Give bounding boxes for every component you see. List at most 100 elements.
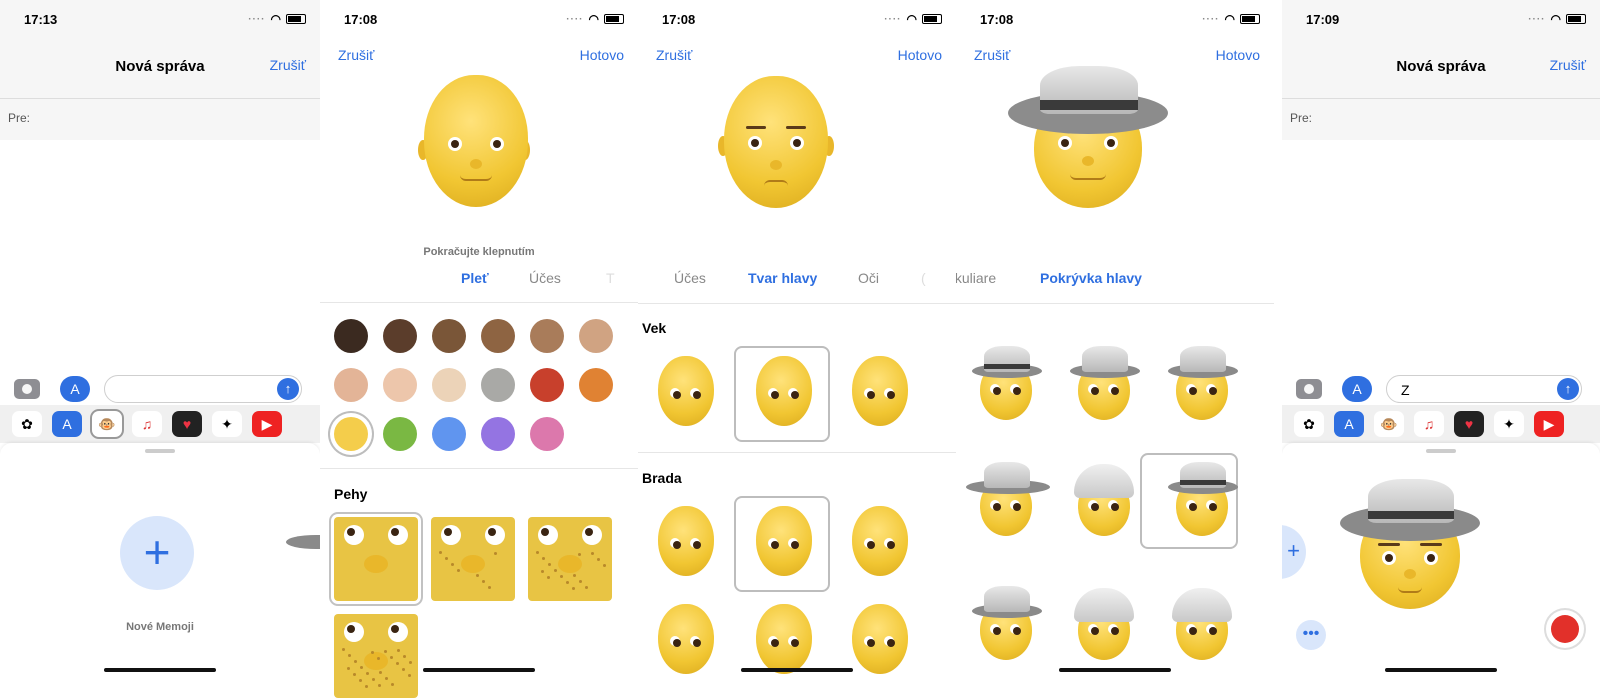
- freckle-option-tile[interactable]: [334, 517, 418, 601]
- tab-glasses[interactable]: Okuliare: [956, 270, 996, 286]
- music-app-icon[interactable]: ♫: [132, 411, 162, 437]
- tab-eyes[interactable]: Oči: [858, 270, 879, 286]
- freckle-dot: [347, 667, 350, 670]
- freckle-dot: [365, 685, 368, 688]
- skin-color-swatch[interactable]: [432, 417, 466, 451]
- section-age: Vek: [642, 320, 667, 336]
- app-store-app-icon[interactable]: A: [1334, 411, 1364, 437]
- photos-app-icon[interactable]: ✿: [1294, 411, 1324, 437]
- new-memoji-caption: Nové Memoji: [126, 621, 194, 633]
- freckle-dot: [554, 569, 557, 572]
- head-shape-option[interactable]: [658, 356, 714, 426]
- tab-head-shape[interactable]: Tvar hlavy: [748, 270, 817, 286]
- music-app-icon[interactable]: ♫: [1414, 411, 1444, 437]
- head-shape-option[interactable]: [756, 604, 812, 674]
- tab-skin[interactable]: Pleť: [461, 270, 489, 286]
- freckle-dot: [439, 551, 442, 554]
- youtube-app-icon[interactable]: ▶: [1534, 411, 1564, 437]
- ellipsis-icon[interactable]: •••: [1296, 620, 1326, 650]
- youtube-app-icon[interactable]: ▶: [252, 411, 282, 437]
- headwear-hijab: [1074, 588, 1134, 622]
- recipient-field[interactable]: Pre:: [1282, 98, 1600, 138]
- head-shape-option[interactable]: [658, 604, 714, 674]
- head-shape-option[interactable]: [852, 356, 908, 426]
- skin-color-swatch[interactable]: [432, 319, 466, 353]
- head-shape-option[interactable]: [756, 506, 812, 576]
- done-button[interactable]: Hotovo: [580, 47, 624, 63]
- pinwheel-app-icon[interactable]: ✦: [212, 411, 242, 437]
- skin-color-swatch[interactable]: [383, 417, 417, 451]
- freckle-option-tile[interactable]: [431, 517, 515, 601]
- send-arrow-icon[interactable]: ↑: [277, 378, 299, 400]
- pinwheel-app-icon[interactable]: ✦: [1494, 411, 1524, 437]
- skin-color-swatch[interactable]: [530, 368, 564, 402]
- home-indicator: [741, 668, 853, 672]
- tab-headwear[interactable]: Pokrývka hlavy: [1040, 270, 1142, 286]
- eye: [1186, 384, 1197, 395]
- message-input[interactable]: ↑: [104, 375, 302, 403]
- skin-color-swatch[interactable]: [579, 319, 613, 353]
- tab-next[interactable]: (: [921, 270, 926, 286]
- skin-color-swatch[interactable]: [432, 368, 466, 402]
- message-input[interactable]: Z ↑: [1386, 375, 1582, 403]
- camera-icon[interactable]: [1296, 379, 1322, 399]
- message-text: Z: [1401, 382, 1410, 398]
- cancel-button[interactable]: Zrušiť: [656, 47, 692, 63]
- skin-color-swatch[interactable]: [481, 368, 515, 402]
- memoji-face: [424, 75, 528, 207]
- head-shape-option[interactable]: [852, 604, 908, 674]
- plus-icon[interactable]: +: [1282, 525, 1306, 579]
- sheet-grabber[interactable]: [145, 449, 175, 453]
- section-freckles: Pehy: [334, 486, 368, 502]
- skin-color-swatch[interactable]: [334, 319, 368, 353]
- memoji-editor-headwear-panel: 17:08 ···· ◠ Zrušiť Hotovo Okuliare Pokrý…: [956, 0, 1274, 700]
- done-button[interactable]: Hotovo: [898, 47, 942, 63]
- eye: [670, 636, 681, 647]
- sheet-grabber[interactable]: [1426, 449, 1456, 453]
- record-icon[interactable]: [1546, 610, 1584, 648]
- freckle-dot: [403, 655, 406, 658]
- status-bar: 17:08 ···· ◠: [320, 10, 638, 30]
- cancel-button[interactable]: Zrušiť: [270, 57, 306, 73]
- skin-color-swatch[interactable]: [530, 417, 564, 451]
- skin-color-swatch[interactable]: [481, 417, 515, 451]
- memoji-app-icon[interactable]: 🐵: [92, 411, 122, 437]
- camera-icon[interactable]: [14, 379, 40, 399]
- compose-bar: A Z ↑: [1282, 373, 1600, 407]
- skin-color-swatch[interactable]: [530, 319, 564, 353]
- cancel-button[interactable]: Zrušiť: [338, 47, 374, 63]
- battery-icon: [922, 14, 942, 24]
- tab-hairstyle[interactable]: Účes: [674, 270, 706, 286]
- skin-color-swatch[interactable]: [334, 368, 368, 402]
- recipient-field[interactable]: Pre:: [0, 98, 320, 138]
- skin-color-swatch[interactable]: [481, 319, 515, 353]
- photos-app-icon[interactable]: ✿: [12, 411, 42, 437]
- skin-color-swatch[interactable]: [383, 319, 417, 353]
- done-button[interactable]: Hotovo: [1216, 47, 1260, 63]
- skin-color-swatch[interactable]: [334, 417, 368, 451]
- memoji-app-icon[interactable]: 🐵: [1374, 411, 1404, 437]
- head-shape-option[interactable]: [852, 506, 908, 576]
- digital-touch-icon[interactable]: ♥: [172, 411, 202, 437]
- plus-icon[interactable]: +: [120, 516, 194, 590]
- category-tabs: Okuliare Pokrývka hlavy: [956, 270, 1274, 292]
- skin-color-swatch[interactable]: [579, 368, 613, 402]
- digital-touch-icon[interactable]: ♥: [1454, 411, 1484, 437]
- category-tabs: Účes Tvar hlavy Oči (: [638, 270, 956, 292]
- cancel-button[interactable]: Zrušiť: [1550, 57, 1586, 73]
- signal-icon: ····: [1202, 13, 1220, 25]
- eye: [1186, 624, 1197, 635]
- tab-hairstyle[interactable]: Účes: [529, 270, 561, 286]
- head-shape-option[interactable]: [658, 506, 714, 576]
- send-arrow-icon[interactable]: ↑: [1557, 378, 1579, 400]
- app-store-app-icon[interactable]: A: [52, 411, 82, 437]
- freckle-option-tile[interactable]: [334, 614, 418, 698]
- app-store-icon[interactable]: A: [1342, 376, 1372, 402]
- freckle-option-tile[interactable]: [528, 517, 612, 601]
- cancel-button[interactable]: Zrušiť: [974, 47, 1010, 63]
- tap-hint: Pokračujte klepnutím: [423, 246, 535, 258]
- app-store-icon[interactable]: A: [60, 376, 90, 402]
- head-shape-option[interactable]: [756, 356, 812, 426]
- skin-color-swatch[interactable]: [383, 368, 417, 402]
- tab-next[interactable]: T: [606, 270, 615, 286]
